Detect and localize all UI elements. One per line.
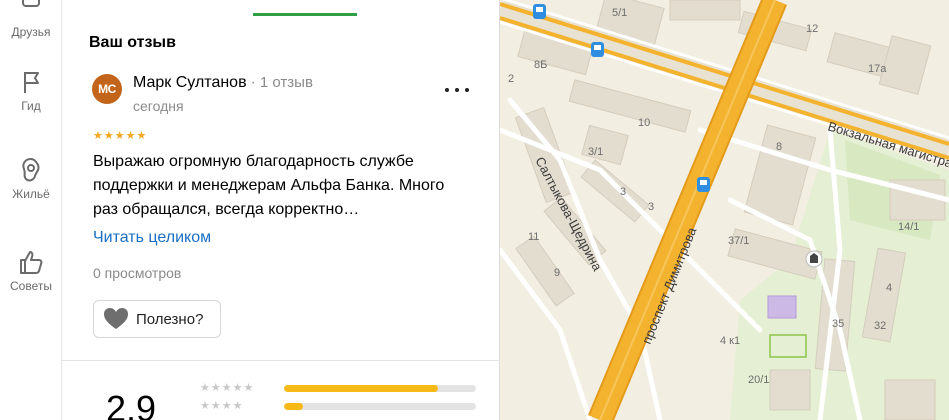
house-number: 35: [832, 318, 844, 330]
house-number: 32: [874, 320, 886, 332]
star-icon: ★: [232, 400, 243, 412]
rating-bar-fill: [284, 402, 304, 410]
house-number: 17а: [868, 63, 887, 75]
rail-item-label: Друзья: [11, 25, 51, 39]
rating-bar: [284, 402, 476, 410]
star-icon: ★: [103, 130, 114, 142]
review-author-line: Марк Султанов · 1 отзыв: [133, 74, 313, 92]
author-name[interactable]: Марк Султанов: [133, 74, 247, 91]
star-icon: ★: [221, 382, 232, 394]
rating-bar-row: ★ ★ ★ ★ ★: [200, 382, 476, 394]
star-icon: ★: [232, 382, 243, 394]
bar-stars: ★ ★ ★ ★: [200, 400, 274, 412]
section-title: Ваш отзыв: [89, 34, 176, 51]
bus-stop-icon[interactable]: [697, 177, 710, 192]
star-icon: ★: [200, 400, 210, 412]
house-number: 3/1: [588, 146, 603, 158]
star-icon: ★: [243, 382, 254, 394]
house-number: 3: [648, 201, 654, 213]
house-number: 9: [554, 267, 560, 279]
house-number: 11: [528, 231, 539, 243]
flag-icon: [24, 72, 39, 93]
house-number: 3: [620, 186, 626, 198]
star-icon: ★: [136, 130, 147, 142]
rail-item-tips[interactable]: Советы: [0, 248, 62, 293]
overall-rating: 2,9: [106, 388, 157, 420]
house-number: 2: [508, 73, 514, 85]
bar-stars: ★ ★ ★ ★ ★: [200, 382, 274, 394]
rating-bar-row: ★ ★ ★ ★: [200, 400, 476, 412]
housing-icon: [22, 157, 40, 182]
landmark-icon[interactable]: [805, 250, 823, 268]
rail-item-label: Гид: [21, 99, 41, 113]
house-number: 14/1: [898, 221, 919, 233]
house-number: 5/1: [612, 7, 627, 19]
heart-icon: [104, 308, 128, 329]
friends-icon: [22, 0, 40, 7]
useful-button[interactable]: Полезно?: [93, 300, 221, 338]
dot-icon: [465, 88, 469, 92]
rail-item-friends[interactable]: Друзья: [0, 0, 62, 39]
bus-stop-icon[interactable]: [591, 42, 604, 57]
active-tab-indicator: [253, 13, 357, 16]
avatar[interactable]: МС: [92, 74, 122, 104]
dot-icon: [445, 88, 449, 92]
bus-stop-icon[interactable]: [533, 4, 546, 19]
app-window: Друзья Гид Жильё Советы Ваш отзыв МС Мар…: [0, 0, 949, 420]
review-text: Выражаю огромную благодарность службе по…: [93, 153, 445, 218]
thumbs-up-icon: [20, 251, 43, 274]
rating-bar: [284, 384, 476, 392]
house-number: 10: [638, 117, 650, 129]
rail-item-label: Советы: [10, 279, 52, 293]
rail-item-housing[interactable]: Жильё: [0, 156, 62, 201]
house-number: 20/1: [748, 374, 769, 386]
star-icon: ★: [221, 400, 232, 412]
star-icon: ★: [210, 382, 221, 394]
divider: [62, 360, 500, 361]
star-icon: ★: [200, 382, 210, 394]
useful-label: Полезно?: [136, 310, 204, 328]
dot-icon: [455, 88, 459, 92]
rating-bar-fill: [284, 384, 438, 392]
more-options-button[interactable]: [445, 80, 469, 100]
house-number: 8Б: [534, 59, 547, 71]
rail-item-label: Жильё: [12, 187, 50, 201]
side-rail: Друзья Гид Жильё Советы: [0, 0, 62, 420]
star-icon: ★: [210, 400, 221, 412]
star-icon: ★: [125, 130, 136, 142]
read-more-link[interactable]: Читать целиком: [93, 229, 211, 247]
star-icon: ★: [93, 130, 103, 142]
review-panel: Ваш отзыв МС Марк Султанов · 1 отзыв сегод…: [62, 0, 500, 420]
house-number: 12: [806, 23, 818, 35]
separator-dot: ·: [250, 74, 256, 91]
star-icon: ★: [114, 130, 125, 142]
author-review-count: 1 отзыв: [259, 74, 313, 91]
map-canvas[interactable]: Вокзальная магистраль проспект Димитрова…: [500, 0, 949, 420]
house-number: 37/1: [728, 235, 749, 247]
map[interactable]: Вокзальная магистраль проспект Димитрова…: [500, 0, 949, 420]
house-number: 4: [886, 282, 892, 294]
review-date: сегодня: [133, 98, 184, 114]
review-rating-stars: ★ ★ ★ ★ ★: [93, 130, 146, 142]
house-number: 8: [776, 141, 782, 153]
house-number: 4 к1: [720, 335, 740, 347]
rail-item-guide[interactable]: Гид: [0, 68, 62, 113]
views-count: 0 просмотров: [93, 265, 182, 281]
